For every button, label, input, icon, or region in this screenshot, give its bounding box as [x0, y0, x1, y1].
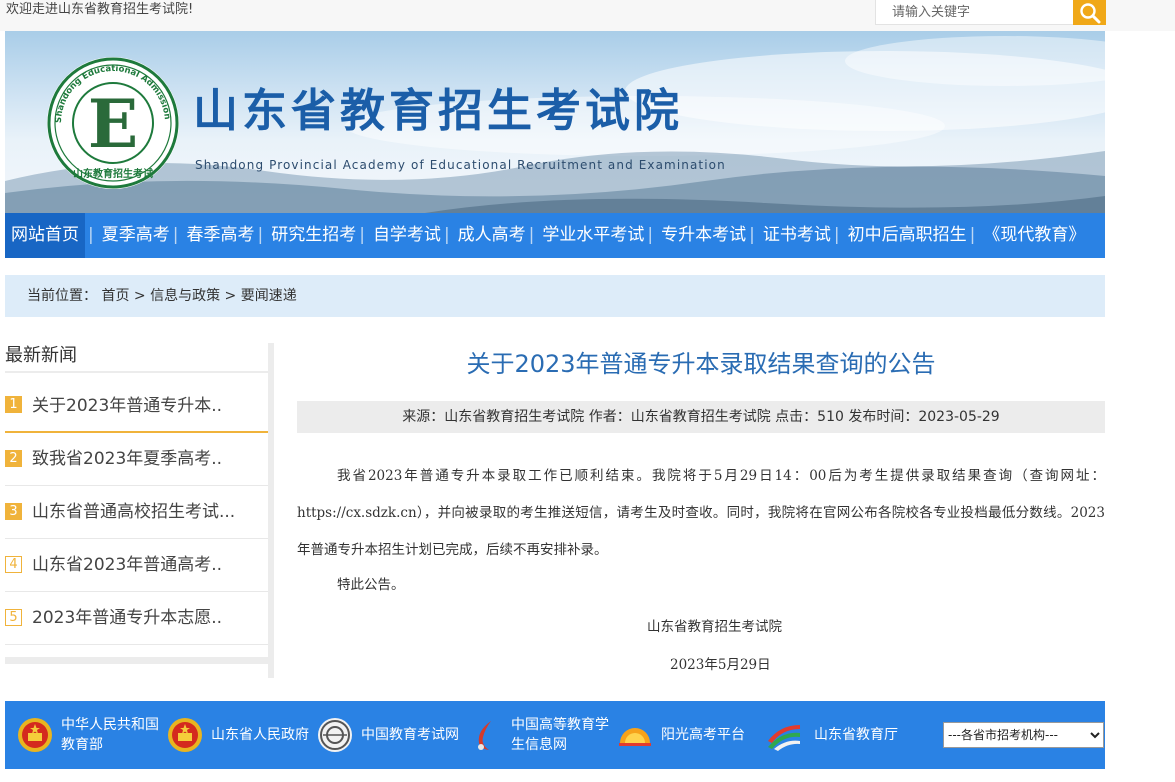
nav-separator: | — [528, 225, 535, 245]
search-input[interactable] — [876, 0, 1072, 24]
chsi-logo-icon — [478, 721, 491, 750]
search-icon — [1079, 2, 1100, 23]
article-date: 2023年5月29日 — [670, 657, 771, 673]
nav-separator: | — [172, 225, 179, 245]
news-title: 关于2023年普通专升本.. — [32, 396, 223, 416]
nav-separator: | — [443, 225, 450, 245]
nav-item-10[interactable]: 《现代教育》 — [977, 213, 1085, 258]
site-subtitle: Shandong Provincial Academy of Education… — [195, 158, 726, 172]
link-ministry-of-education[interactable]: 中华人民共和国教育部 — [17, 714, 159, 756]
link-sunshine-gaokao[interactable]: 阳光高考平台 — [617, 714, 759, 756]
breadcrumb-prefix: 当前位置： — [27, 288, 97, 304]
nav-item-3[interactable]: 研究生招考 — [265, 213, 356, 258]
breadcrumb-info-policy[interactable]: 信息与政策 — [150, 288, 220, 304]
link-chsi[interactable]: 中国高等教育学生信息网 — [467, 714, 609, 756]
breadcrumb-sep: > — [133, 288, 146, 304]
article-notice: 特此公告。 — [337, 577, 405, 593]
link-label: 山东省人民政府 — [211, 727, 309, 743]
nav-item-7[interactable]: 专升本考试 — [655, 213, 746, 258]
news-list: 1 关于2023年普通专升本.. 2 致我省2023年夏季高考.. 3 山东省普通高校招生… — [5, 373, 268, 645]
article-title: 关于2023年普通专升本录取结果查询的公告 — [466, 350, 936, 378]
welcome-text: 欢迎走进山东省教育招生考试院! — [6, 2, 194, 17]
sunshine-logo-icon — [619, 728, 651, 746]
top-bar: 欢迎走进山东省教育招生考试院! — [0, 0, 1175, 31]
nav-item-4[interactable]: 自学考试 — [367, 213, 441, 258]
main-nav: 网站首页 | 夏季高考 | 春季高考 | 研究生招考 | 自学考试 | 成人高考 | 学业水平考试 | 专升… — [5, 213, 1105, 258]
rank-badge: 5 — [5, 608, 22, 626]
link-label: 中华人民共和国教育部 — [61, 717, 159, 753]
news-list-item[interactable]: 1 关于2023年普通专升本.. — [5, 373, 268, 433]
nav-separator: | — [647, 225, 654, 245]
agency-select[interactable]: ---各省市招考机构--- — [943, 722, 1104, 748]
breadcrumb-home[interactable]: 首页 — [101, 288, 129, 304]
rank-badge: 4 — [5, 555, 22, 573]
nav-item-6[interactable]: 学业水平考试 — [536, 213, 644, 258]
link-shandong-gov[interactable]: 山东省人民政府 — [167, 714, 309, 756]
nav-item-5[interactable]: 成人高考 — [452, 213, 526, 258]
nav-item-9[interactable]: 初中后高职招生 — [842, 213, 967, 258]
news-title: 山东省2023年普通高考.. — [32, 555, 223, 575]
svg-text:E: E — [88, 85, 138, 163]
rank-badge: 1 — [5, 396, 22, 413]
nav-separator: | — [88, 225, 94, 245]
latest-news-sidebar: 最新新闻 1 关于2023年普通专升本.. 2 致我省2023年夏季高考.. 3 山东省普… — [5, 343, 268, 664]
sidebar-divider — [268, 343, 274, 678]
news-list-item[interactable]: 4 山东省2023年普通高考.. — [5, 539, 268, 592]
nav-separator: | — [833, 225, 840, 245]
link-label: 中国高等教育学生信息网 — [511, 717, 609, 753]
svg-text:山东教育招生考试: 山东教育招生考试 — [73, 167, 153, 180]
link-label: 山东省教育厅 — [814, 727, 898, 743]
breadcrumb: 当前位置： 首页 > 信息与政策 > 要闻速递 — [5, 275, 1105, 317]
national-emblem-icon — [168, 718, 202, 752]
header-banner: Shandong Educational Admission & Examina… — [5, 31, 1105, 213]
news-title: 2023年普通专升本志愿.. — [32, 608, 223, 628]
rank-badge: 3 — [5, 502, 22, 520]
breadcrumb-news[interactable]: 要闻速递 — [241, 288, 297, 304]
sidebar-title: 最新新闻 — [5, 343, 268, 373]
neea-logo-icon — [318, 718, 352, 752]
news-list-item[interactable]: 2 致我省2023年夏季高考.. — [5, 433, 268, 486]
academy-seal-logo: Shandong Educational Admission & Examina… — [45, 55, 179, 189]
nav-item-1[interactable]: 夏季高考 — [96, 213, 170, 258]
nav-separator: | — [749, 225, 755, 245]
link-label: 阳光高考平台 — [661, 727, 745, 743]
news-title: 致我省2023年夏季高考.. — [32, 449, 223, 469]
nav-separator: | — [257, 225, 264, 245]
article-meta: 来源：山东省教育招生考试院 作者：山东省教育招生考试院 点击：510 发布时间：… — [297, 401, 1105, 433]
news-list-item[interactable]: 3 山东省普通高校招生考试... — [5, 486, 268, 539]
nav-separator: | — [969, 225, 976, 245]
breadcrumb-sep: > — [224, 288, 237, 304]
nav-item-0[interactable]: 网站首页 — [5, 213, 85, 258]
search-button[interactable] — [1073, 0, 1106, 25]
search-box — [875, 0, 1106, 25]
article-body: 我省2023年普通专升本录取工作已顺利结束。我院将于5月29日14：00后为考生… — [297, 468, 1105, 558]
footer-links: 中华人民共和国教育部 山东省人民政府 中国教育考试网 中国高等教育学生信息网 阳… — [5, 701, 1105, 769]
news-title: 山东省普通高校招生考试... — [32, 502, 236, 522]
article-signature: 山东省教育招生考试院 — [647, 619, 782, 635]
nav-item-8[interactable]: 证书考试 — [757, 213, 831, 258]
rank-badge: 2 — [5, 449, 22, 467]
link-neea[interactable]: 中国教育考试网 — [317, 714, 459, 756]
news-list-item[interactable]: 5 2023年普通专升本志愿.. — [5, 592, 268, 645]
site-title: 山东省教育招生考试院 — [193, 84, 684, 137]
article: 关于2023年普通专升本录取结果查询的公告 来源：山东省教育招生考试院 作者：山… — [297, 343, 1105, 683]
nav-separator: | — [359, 225, 365, 245]
sd-edu-logo-icon — [768, 725, 800, 751]
national-emblem-icon — [18, 718, 52, 752]
link-label: 中国教育考试网 — [361, 727, 459, 743]
link-shandong-education-dept[interactable]: 山东省教育厅 — [762, 714, 912, 756]
nav-item-2[interactable]: 春季高考 — [180, 213, 254, 258]
